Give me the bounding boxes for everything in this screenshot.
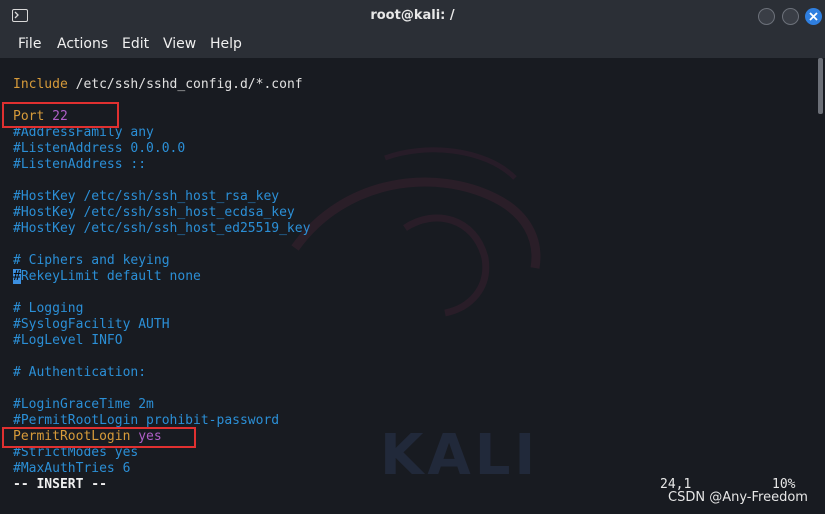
close-icon bbox=[809, 12, 818, 21]
line-token: #MaxAuthTries 6 bbox=[13, 461, 131, 476]
menu-edit[interactable]: Edit bbox=[122, 36, 149, 52]
editor-line[interactable]: # Logging bbox=[13, 301, 83, 317]
highlight-box-permitrootlogin bbox=[2, 427, 196, 448]
line-token: #ListenAddress :: bbox=[13, 157, 147, 172]
editor-line[interactable]: #SyslogFacility AUTH bbox=[13, 317, 170, 333]
line-token: #HostKey /etc/ssh/ssh_host_ed25519_key bbox=[13, 221, 311, 236]
line-token: /etc/ssh/sshd_config.d/*.conf bbox=[67, 77, 303, 92]
title-bar: root@kali: / bbox=[0, 0, 825, 33]
line-token: #HostKey /etc/ssh/ssh_host_ecdsa_key bbox=[13, 205, 295, 220]
editor-line[interactable]: # Ciphers and keying bbox=[13, 253, 170, 269]
editor-line[interactable]: #ListenAddress 0.0.0.0 bbox=[13, 141, 185, 157]
line-token: # Ciphers and keying bbox=[13, 253, 170, 268]
line-token: RekeyLimit default none bbox=[20, 269, 201, 284]
line-token: #PermitRootLogin prohibit-password bbox=[13, 413, 280, 428]
line-token: #SyslogFacility AUTH bbox=[13, 317, 170, 332]
menu-help[interactable]: Help bbox=[210, 36, 242, 52]
line-token: # Logging bbox=[13, 301, 84, 316]
text-cursor: # bbox=[13, 269, 21, 284]
line-token: #ListenAddress 0.0.0.0 bbox=[13, 141, 186, 156]
editor-line[interactable]: #LoginGraceTime 2m bbox=[13, 397, 154, 413]
kali-dragon-logo bbox=[291, 147, 541, 317]
kali-watermark: KALI bbox=[380, 423, 540, 488]
line-token: #LogLevel INFO bbox=[13, 333, 123, 348]
highlight-box-port bbox=[2, 102, 119, 128]
editor-line[interactable]: #ListenAddress :: bbox=[13, 157, 146, 173]
editor-line[interactable]: #HostKey /etc/ssh/ssh_host_ed25519_key bbox=[13, 221, 310, 237]
window-title: root@kali: / bbox=[370, 8, 455, 23]
menu-bar: File Actions Edit View Help bbox=[0, 32, 825, 58]
csdn-watermark: CSDN @Any-Freedom bbox=[668, 490, 808, 505]
menu-file[interactable]: File bbox=[18, 36, 41, 52]
line-token: #LoginGraceTime 2m bbox=[13, 397, 154, 412]
editor-line[interactable]: #MaxAuthTries 6 bbox=[13, 461, 130, 477]
editor-line[interactable]: # Authentication: bbox=[13, 365, 146, 381]
menu-view[interactable]: View bbox=[163, 36, 196, 52]
close-button[interactable] bbox=[805, 8, 822, 25]
maximize-button[interactable] bbox=[782, 8, 799, 25]
menu-actions[interactable]: Actions bbox=[57, 36, 108, 52]
editor-line[interactable]: #HostKey /etc/ssh/ssh_host_ecdsa_key bbox=[13, 205, 295, 221]
vim-mode-indicator: -- INSERT -- bbox=[13, 477, 107, 492]
line-token: #HostKey /etc/ssh/ssh_host_rsa_key bbox=[13, 189, 280, 204]
line-token: Include bbox=[13, 77, 68, 92]
line-token: # Authentication: bbox=[13, 365, 147, 380]
editor-line[interactable]: #RekeyLimit default none bbox=[13, 269, 201, 285]
editor-line[interactable]: Include /etc/ssh/sshd_config.d/*.conf bbox=[13, 77, 303, 93]
scrollbar[interactable] bbox=[818, 58, 823, 114]
editor-line[interactable]: #LogLevel INFO bbox=[13, 333, 123, 349]
editor-line[interactable]: #HostKey /etc/ssh/ssh_host_rsa_key bbox=[13, 189, 279, 205]
minimize-button[interactable] bbox=[758, 8, 775, 25]
